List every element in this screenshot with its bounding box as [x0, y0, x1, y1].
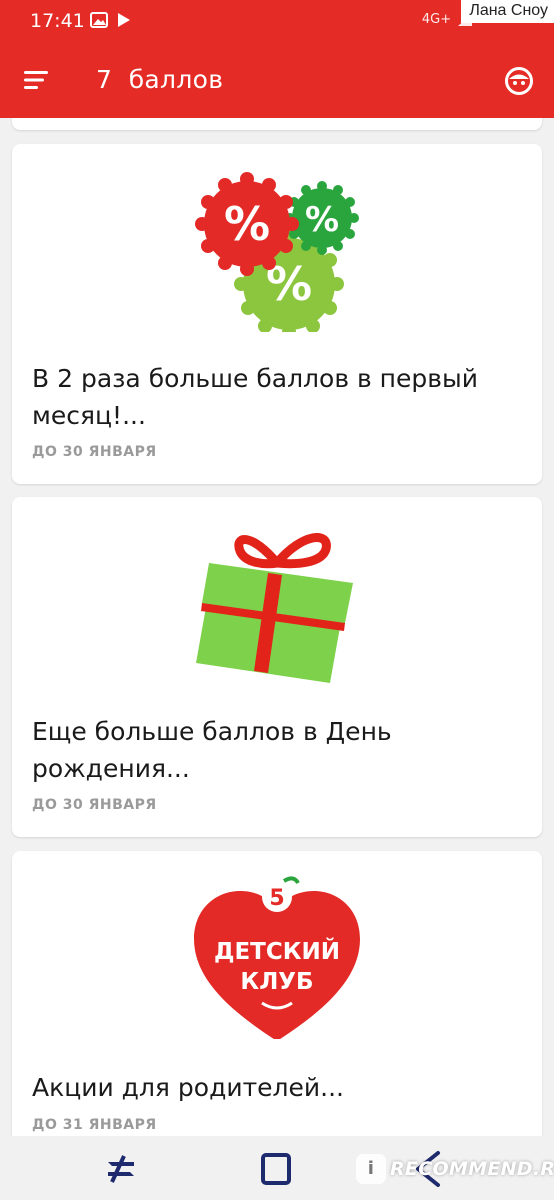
- menu-button[interactable]: [24, 69, 50, 91]
- network-indicator: 4G+: [421, 12, 452, 27]
- promo-card-date: ДО 30 ЯНВАРЯ: [32, 444, 157, 460]
- status-time: 17:41: [30, 10, 85, 32]
- watermark-site: i RECOMMEND.RU: [356, 1150, 554, 1188]
- recent-apps-button[interactable]: [104, 1152, 138, 1186]
- status-bar: 17:41 4G+ 86% Лана Сноу: [0, 0, 554, 44]
- promo-feed[interactable]: % % % В 2 раза больше баллов в первый ме…: [0, 118, 554, 1136]
- profile-icon: [505, 67, 533, 95]
- svg-text:КЛУБ: КЛУБ: [240, 969, 313, 995]
- promo-card-date: ДО 31 ЯНВАРЯ: [32, 1117, 157, 1133]
- kids-club-heart-logo: 5 ДЕТСКИЙ КЛУБ: [194, 876, 360, 1039]
- watermark-username: Лана Сноу: [461, 0, 554, 23]
- gift-box-image: [196, 533, 353, 683]
- svg-text:5: 5: [269, 886, 284, 911]
- promo-card-date: ДО 30 ЯНВАРЯ: [32, 797, 157, 813]
- play-icon: [118, 13, 130, 27]
- promo-card-title: В 2 раза больше баллов в первый месяц!..…: [32, 364, 478, 430]
- svg-text:%: %: [224, 197, 270, 251]
- promo-card-partial[interactable]: [12, 118, 542, 130]
- menu-icon: [24, 71, 48, 89]
- percent-badges-image: % % %: [195, 172, 359, 332]
- promo-card[interactable]: % % % В 2 раза больше баллов в первый ме…: [12, 144, 542, 484]
- gallery-icon: [90, 12, 108, 28]
- home-icon: [261, 1153, 291, 1185]
- gift-box-icon: [196, 533, 353, 683]
- watermark-site-text: RECOMMEND.RU: [390, 1158, 554, 1180]
- profile-button[interactable]: [504, 66, 534, 96]
- status-notification-icons: [90, 12, 132, 28]
- promo-card-title: Еще больше баллов в День рождения...: [32, 717, 392, 783]
- kids-club-image: 5 ДЕТСКИЙ КЛУБ: [194, 876, 360, 1039]
- app-bar: 7 баллов: [0, 44, 554, 118]
- svg-text:ДЕТСКИЙ: ДЕТСКИЙ: [214, 937, 340, 965]
- page-title: 7 баллов: [96, 65, 224, 94]
- home-button[interactable]: [260, 1152, 292, 1186]
- watermark-badge-icon: i: [356, 1154, 386, 1184]
- promo-card[interactable]: Еще больше баллов в День рождения... ДО …: [12, 497, 542, 837]
- promo-card-title: Акции для родителей...: [32, 1073, 344, 1102]
- recent-apps-icon: [108, 1155, 134, 1183]
- promo-card[interactable]: 5 ДЕТСКИЙ КЛУБ Акции для родителей... ДО…: [12, 851, 542, 1136]
- svg-text:%: %: [305, 200, 339, 240]
